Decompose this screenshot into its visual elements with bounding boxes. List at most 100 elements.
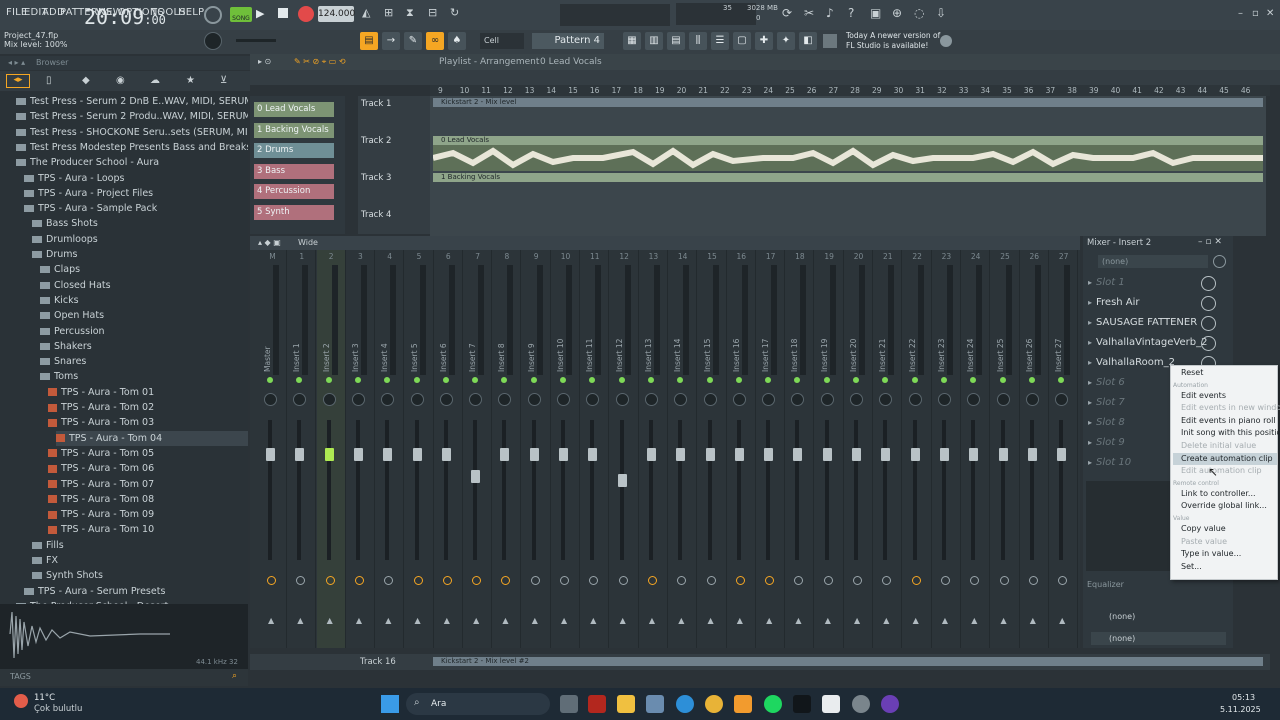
browser-arrows-icon[interactable]: ◂ ▸ ▴ <box>8 58 25 67</box>
slot-expand-icon[interactable]: ▸ <box>1088 378 1092 387</box>
volume-fader-handle[interactable] <box>295 448 305 461</box>
volume-fader-track[interactable] <box>502 420 507 560</box>
mixer-icon[interactable]: ⫼ <box>689 32 707 50</box>
send-arrow-icon[interactable]: ▲ <box>942 616 948 625</box>
tools-icon[interactable]: ✂ <box>804 6 820 22</box>
snap-select[interactable]: Cell <box>480 33 524 49</box>
pan-knob[interactable] <box>996 393 1010 406</box>
volume-fader-track[interactable] <box>619 420 624 560</box>
playlist-icon[interactable]: ▦ <box>623 32 641 50</box>
slot-mix-knob[interactable] <box>1201 336 1216 351</box>
strip-name[interactable]: Insert 10 <box>556 339 565 372</box>
route-knob[interactable] <box>823 576 833 585</box>
countdown-icon[interactable]: ⧗ <box>406 6 422 22</box>
browser-file-item[interactable]: TPS - Aura - Tom 04 <box>56 430 248 446</box>
send-arrow-icon[interactable]: ▲ <box>1059 616 1065 625</box>
media-player-icon[interactable] <box>881 695 899 713</box>
volume-fader-track[interactable] <box>443 420 448 560</box>
context-menu-item[interactable]: Create automation clip <box>1181 454 1273 463</box>
volume-fader-handle[interactable] <box>852 448 861 461</box>
browser-file-item[interactable]: TPS - Aura - Tom 09 <box>48 507 154 522</box>
route-knob[interactable] <box>999 576 1009 585</box>
volume-fader-track[interactable] <box>590 420 595 560</box>
mute-led[interactable] <box>706 377 713 383</box>
play-icon[interactable]: ▶ <box>256 7 270 21</box>
link-icon[interactable]: ∞ <box>426 32 444 50</box>
panel-window-icons[interactable]: – ▫ ✕ <box>1198 237 1222 247</box>
strip-name[interactable]: Insert 25 <box>996 339 1005 372</box>
volume-fader-track[interactable] <box>736 420 741 560</box>
route-knob[interactable] <box>940 576 950 585</box>
strip-name[interactable]: Insert 9 <box>527 343 536 372</box>
strip-name[interactable]: Insert 23 <box>937 339 946 372</box>
browser-folder-item[interactable]: TPS - Aura - Serum Presets <box>24 584 165 599</box>
playlist-scrollbar[interactable] <box>250 70 1280 85</box>
route-knob[interactable] <box>706 576 716 585</box>
route-knob[interactable] <box>267 576 276 585</box>
midi-icon[interactable]: ⊕ <box>892 6 908 22</box>
browser-folder-item[interactable]: Claps <box>40 262 80 277</box>
pan-knob[interactable] <box>820 393 834 406</box>
pan-knob[interactable] <box>937 393 951 406</box>
pencil-icon[interactable]: ✎ <box>404 32 422 50</box>
volume-fader-track[interactable] <box>912 420 917 560</box>
effect-slot[interactable]: SAUSAGE FATTENER <box>1096 317 1197 328</box>
mute-led[interactable] <box>823 377 830 383</box>
browser-folder-item[interactable]: Closed Hats <box>40 278 111 293</box>
browser-folder-item[interactable]: Test Press - Serum 2 DnB E..WAV, MIDI, S… <box>16 94 248 109</box>
send-arrow-icon[interactable]: ▲ <box>356 616 362 625</box>
volume-fader-track[interactable] <box>385 420 390 560</box>
volume-fader-track[interactable] <box>707 420 712 560</box>
send-arrow-icon[interactable]: ▲ <box>590 616 596 625</box>
volume-fader-handle[interactable] <box>998 448 1008 461</box>
volume-fader-handle[interactable] <box>559 448 568 461</box>
effect-slot[interactable]: Slot 7 <box>1096 397 1125 408</box>
volume-fader-handle[interactable] <box>266 448 275 461</box>
browser-folder-item[interactable]: Bass Shots <box>32 216 98 231</box>
pan-knob[interactable] <box>469 393 483 406</box>
context-menu-item[interactable]: Reset <box>1181 368 1203 377</box>
browser-file-item[interactable]: TPS - Aura - Tom 08 <box>48 492 154 507</box>
app-dark-icon[interactable] <box>793 695 811 713</box>
track-16-label[interactable]: Track 16 <box>360 657 396 667</box>
strip-name[interactable]: Insert 27 <box>1054 339 1063 372</box>
browser-icon[interactable]: ☰ <box>711 32 729 50</box>
volume-fader-handle[interactable] <box>705 448 715 461</box>
send-arrow-icon[interactable]: ▲ <box>766 616 772 625</box>
mute-led[interactable] <box>647 377 654 383</box>
strip-name[interactable]: Insert 17 <box>761 339 770 372</box>
volume-fader-handle[interactable] <box>441 448 451 461</box>
route-knob[interactable] <box>354 576 364 585</box>
effect-slot[interactable]: Slot 1 <box>1096 277 1125 288</box>
browser-folder-item[interactable]: Drumloops <box>32 232 98 247</box>
volume-fader-track[interactable] <box>414 420 419 560</box>
download-icon[interactable]: ⇩ <box>936 6 952 22</box>
channel-button[interactable]: 4 Percussion <box>254 184 334 200</box>
song-mode-button[interactable]: SONG <box>230 7 252 22</box>
browser-folder-item[interactable]: Test Press - SHOCKONE Seru..sets (SERUM,… <box>16 125 248 140</box>
windows-start-icon[interactable] <box>381 695 399 713</box>
favorites-tab-icon[interactable]: ★ <box>186 75 195 86</box>
tempo-display[interactable]: 124.000 <box>318 6 355 22</box>
mute-led[interactable] <box>267 377 273 383</box>
playlist-menu-icon[interactable]: ▸ ⊙ <box>258 57 271 66</box>
send-arrow-icon[interactable]: ▲ <box>1030 616 1036 625</box>
pan-knob[interactable] <box>732 393 746 406</box>
browser-folder-item[interactable]: Toms <box>40 369 78 384</box>
chrome-icon[interactable] <box>705 695 723 713</box>
effect-slot[interactable]: Slot 6 <box>1096 377 1125 388</box>
taskbar-search[interactable]: ⌕ Ara <box>406 693 550 715</box>
mute-led[interactable] <box>999 377 1006 383</box>
pan-knob[interactable] <box>1025 393 1039 406</box>
strip-name[interactable]: Insert 1 <box>292 343 301 372</box>
volume-fader-track[interactable] <box>941 420 946 560</box>
volume-fader-handle[interactable] <box>471 470 481 483</box>
send-arrow-icon[interactable]: ▲ <box>473 616 479 625</box>
strip-name[interactable]: Insert 12 <box>615 339 624 372</box>
volume-fader-handle[interactable] <box>500 448 510 461</box>
files-tab-icon[interactable]: ▯ <box>46 75 52 86</box>
app-white-icon[interactable] <box>822 695 840 713</box>
projects-tab-icon[interactable]: ◉ <box>116 75 125 86</box>
volume-fader-handle[interactable] <box>1027 448 1037 461</box>
volume-fader-handle[interactable] <box>822 448 832 461</box>
